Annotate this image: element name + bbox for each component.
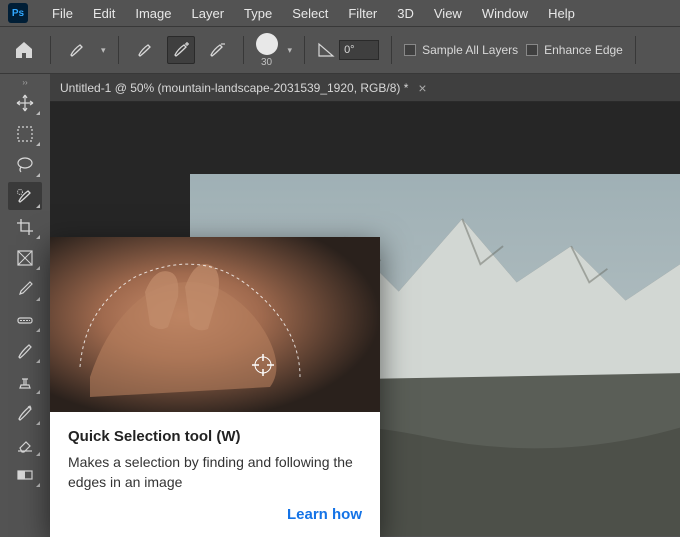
crop-tool[interactable] xyxy=(8,213,42,241)
angle-input[interactable] xyxy=(339,40,379,60)
menu-3d[interactable]: 3D xyxy=(387,6,424,21)
frame-tool[interactable] xyxy=(8,244,42,272)
healing-brush-tool[interactable] xyxy=(8,306,42,334)
home-icon[interactable] xyxy=(10,36,38,64)
divider xyxy=(304,36,305,64)
divider xyxy=(118,36,119,64)
expand-toolbar-icon[interactable]: ›› xyxy=(0,78,50,86)
sample-all-layers-checkbox[interactable]: Sample All Layers xyxy=(404,43,518,57)
enhance-edge-checkbox[interactable]: Enhance Edge xyxy=(526,43,623,57)
lasso-tool[interactable] xyxy=(8,151,42,179)
new-selection-icon[interactable] xyxy=(131,36,159,64)
tool-preset-picker[interactable] xyxy=(63,36,91,64)
tooltip-preview-image xyxy=(50,237,380,412)
chevron-down-icon[interactable]: ▾ xyxy=(288,45,293,56)
menu-help[interactable]: Help xyxy=(538,6,585,21)
menu-window[interactable]: Window xyxy=(472,6,538,21)
document-tab-bar: Untitled-1 @ 50% (mountain-landscape-203… xyxy=(50,74,680,102)
quick-selection-tool[interactable] xyxy=(8,182,42,210)
enhance-edge-label: Enhance Edge xyxy=(544,43,623,57)
close-tab-icon[interactable]: × xyxy=(418,80,426,96)
tool-panel: ›› xyxy=(0,74,50,536)
eyedropper-tool[interactable] xyxy=(8,275,42,303)
menu-file[interactable]: File xyxy=(42,6,83,21)
angle-control xyxy=(317,40,379,60)
subtract-from-selection-icon[interactable] xyxy=(203,36,231,64)
tooltip-description: Makes a selection by finding and followi… xyxy=(68,453,362,492)
brush-circle-icon xyxy=(256,33,278,55)
angle-icon xyxy=(317,41,335,59)
app-logo: Ps xyxy=(8,3,28,23)
menu-filter[interactable]: Filter xyxy=(338,6,387,21)
chevron-down-icon[interactable]: ▾ xyxy=(101,45,106,56)
options-bar: ▾ 30 ▾ Sample All Layers Enhance Edge xyxy=(0,26,680,74)
add-to-selection-icon[interactable] xyxy=(167,36,195,64)
divider xyxy=(50,36,51,64)
sample-all-layers-label: Sample All Layers xyxy=(422,43,518,57)
menu-select[interactable]: Select xyxy=(282,6,338,21)
divider xyxy=(243,36,244,64)
checkbox-icon xyxy=(404,44,416,56)
eraser-tool[interactable] xyxy=(8,430,42,458)
divider xyxy=(391,36,392,64)
move-tool[interactable] xyxy=(8,89,42,117)
history-brush-tool[interactable] xyxy=(8,399,42,427)
divider xyxy=(635,36,636,64)
document-tab-title[interactable]: Untitled-1 @ 50% (mountain-landscape-203… xyxy=(60,81,408,95)
menu-layer[interactable]: Layer xyxy=(182,6,235,21)
clone-stamp-tool[interactable] xyxy=(8,368,42,396)
tooltip-title: Quick Selection tool (W) xyxy=(68,428,362,445)
checkbox-icon xyxy=(526,44,538,56)
menu-view[interactable]: View xyxy=(424,6,472,21)
menu-type[interactable]: Type xyxy=(234,6,282,21)
tool-tooltip: Quick Selection tool (W) Makes a selecti… xyxy=(50,237,380,537)
menu-edit[interactable]: Edit xyxy=(83,6,125,21)
learn-how-link[interactable]: Learn how xyxy=(68,506,362,523)
menu-bar: Ps File Edit Image Layer Type Select Fil… xyxy=(0,0,680,26)
gradient-tool[interactable] xyxy=(8,461,42,489)
menu-image[interactable]: Image xyxy=(125,6,181,21)
brush-tool[interactable] xyxy=(8,337,42,365)
brush-preview[interactable]: 30 xyxy=(256,33,278,68)
brush-size-label: 30 xyxy=(261,57,272,68)
selection-cursor-icon xyxy=(250,352,276,378)
marquee-tool[interactable] xyxy=(8,120,42,148)
